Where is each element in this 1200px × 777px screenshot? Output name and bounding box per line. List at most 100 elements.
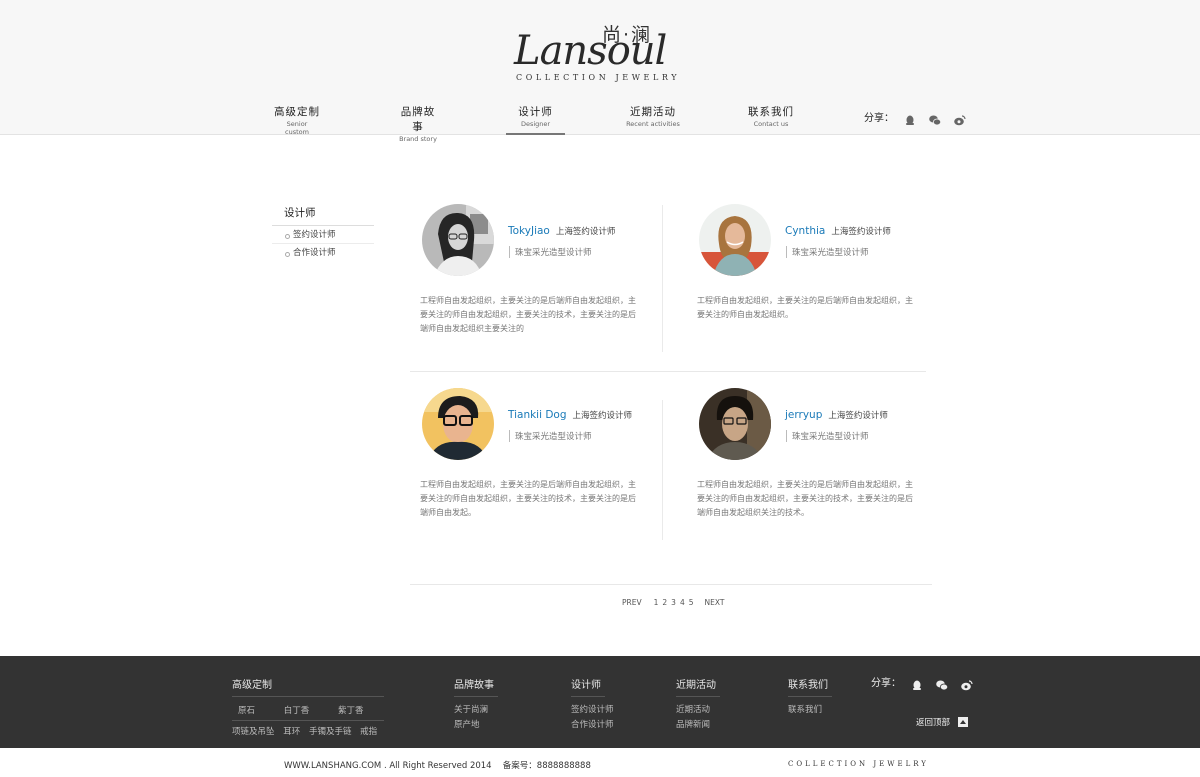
wechat-icon[interactable] — [929, 111, 942, 126]
footer-col-title[interactable]: 联系我们 — [788, 676, 832, 697]
designer-card[interactable]: Tiankii Dog 上海签约设计师 珠宝采光造型设计师 工程师自由发起组织，主… — [420, 388, 662, 528]
designer-role: 上海签约设计师 — [572, 411, 633, 421]
designer-description: 工程师自由发起组织，主要关注的是后端师自由发起组织，主要关注的师自由发起组织，主… — [697, 480, 913, 517]
back-to-top-button[interactable]: 返回顶部 — [916, 716, 969, 728]
page: Lansoul 尚·澜 COLLECTION JEWELRY 高级定制 Seni… — [0, 0, 1200, 777]
footer-link[interactable]: 联系我们 — [788, 703, 832, 715]
designer-description: 工程师自由发起组织，主要关注的是后端师自由发起组织，主要关注的师自由发起组织，主… — [420, 480, 636, 517]
divider — [410, 584, 932, 585]
nav-label-en: Senior custom — [285, 120, 309, 136]
footer: 高级定制 原石 白丁香 紫丁香 项链及吊坠 耳环 手镯及手链 戒指 品牌故事 关… — [0, 656, 1200, 748]
footer-col-contact: 联系我们 联系我们 — [788, 673, 832, 715]
back-to-top-label: 返回顶部 — [916, 718, 951, 728]
footer-col-senior-custom: 高级定制 原石 白丁香 紫丁香 项链及吊坠 耳环 手镯及手链 戒指 — [232, 673, 384, 737]
page-link-1[interactable]: 1 — [654, 598, 659, 607]
designer-name-text: TokyJiao — [508, 225, 550, 237]
designer-name[interactable]: TokyJiao 上海签约设计师 — [508, 225, 615, 237]
page-link-4[interactable]: 4 — [680, 598, 685, 607]
footer-link[interactable]: 签约设计师 — [571, 703, 614, 715]
designer-specialty: 珠宝采光造型设计师 — [509, 430, 592, 442]
nav-designer[interactable]: 设计师 Designer — [506, 104, 565, 135]
designer-name-text: Tiankii Dog — [508, 409, 567, 421]
nav-label-cn: 高级定制 — [274, 106, 320, 118]
designer-name[interactable]: Tiankii Dog 上海签约设计师 — [508, 409, 632, 421]
sidebar-item-signed-designer[interactable]: 签约设计师 — [272, 226, 374, 244]
footer-tagline: COLLECTION JEWELRY — [788, 760, 929, 768]
page-link-3[interactable]: 3 — [671, 598, 676, 607]
nav-recent-activities[interactable]: 近期活动 Recent activities — [626, 104, 680, 135]
brand-logo[interactable]: Lansoul 尚·澜 COLLECTION JEWELRY — [510, 16, 700, 88]
footer-share-label: 分享： — [871, 678, 901, 689]
designer-card[interactable]: jerryup 上海签约设计师 珠宝采光造型设计师 工程师自由发起组织，主要关注的… — [697, 388, 939, 528]
sidebar-item-label: 签约设计师 — [293, 230, 336, 240]
nav-label-cn: 联系我们 — [748, 106, 794, 118]
share-bar: 分享： — [864, 109, 979, 126]
pagination: PREV 1 2 3 4 5 NEXT — [622, 598, 724, 607]
footer-link[interactable]: 原产地 — [454, 718, 498, 730]
footer-link[interactable]: 白丁香 — [284, 706, 310, 716]
divider — [662, 400, 663, 540]
designer-card[interactable]: TokyJiao 上海签约设计师 珠宝采光造型设计师 工程师自由发起组织，主要关注… — [420, 204, 662, 344]
avatar[interactable] — [422, 388, 494, 460]
sidebar-item-partner-designer[interactable]: 合作设计师 — [272, 244, 374, 262]
header: Lansoul 尚·澜 COLLECTION JEWELRY 高级定制 Seni… — [0, 0, 1200, 143]
bottom-bar: WWW.LANSHANG.COM . All Right Reserved 20… — [0, 748, 1200, 777]
footer-link[interactable]: 手镯及手链 — [309, 727, 352, 737]
footer-link[interactable]: 近期活动 — [676, 703, 720, 715]
wechat-icon[interactable] — [936, 676, 949, 691]
designer-role: 上海签约设计师 — [828, 411, 888, 421]
divider — [410, 371, 926, 372]
weibo-icon[interactable] — [961, 676, 973, 691]
footer-link[interactable]: 耳环 — [283, 727, 300, 737]
nav-label-en: Contact us — [753, 120, 789, 128]
avatar[interactable] — [422, 204, 494, 276]
footer-col-recent-activities: 近期活动 近期活动 品牌新闻 — [676, 673, 720, 730]
footer-link[interactable]: 紫丁香 — [338, 706, 364, 716]
page-link-2[interactable]: 2 — [662, 598, 667, 607]
sidebar-item-label: 合作设计师 — [293, 248, 336, 258]
logo-chinese: 尚·澜 — [602, 24, 653, 46]
next-page-link[interactable]: NEXT — [705, 598, 725, 607]
designer-card[interactable]: Cynthia 上海签约设计师 珠宝采光造型设计师 工程师自由发起组织，主要关注的… — [697, 204, 939, 344]
copyright-text: WWW.LANSHANG.COM . All Right Reserved 20… — [284, 761, 591, 771]
footer-link[interactable]: 戒指 — [360, 727, 377, 737]
qq-icon[interactable] — [911, 676, 923, 690]
nav-contact-us[interactable]: 联系我们 Contact us — [748, 104, 794, 135]
nav-senior-custom[interactable]: 高级定制 Senior custom — [274, 104, 320, 136]
logo-tagline: COLLECTION JEWELRY — [516, 73, 681, 82]
prev-page-link[interactable]: PREV — [622, 598, 642, 607]
footer-link-row: 原石 白丁香 紫丁香 — [232, 704, 384, 716]
main-nav: 高级定制 Senior custom 品牌故事 Brand story 设计师 … — [0, 104, 1200, 143]
footer-col-title[interactable]: 设计师 — [571, 676, 605, 697]
designer-role: 上海签约设计师 — [555, 227, 616, 237]
footer-link[interactable]: 合作设计师 — [571, 718, 614, 730]
designer-specialty: 珠宝采光造型设计师 — [509, 246, 592, 258]
nav-label-en: Brand story — [399, 135, 437, 143]
designer-description: 工程师自由发起组织，主要关注的是后端师自由发起组织，主要关注的师自由发起组织。 — [697, 296, 913, 319]
qq-icon[interactable] — [904, 111, 916, 125]
divider — [662, 205, 663, 352]
footer-col-title[interactable]: 高级定制 — [232, 676, 384, 697]
footer-divider — [232, 720, 384, 721]
designer-name-text: jerryup — [785, 409, 823, 421]
nav-label-cn: 近期活动 — [630, 106, 676, 118]
avatar[interactable] — [699, 204, 771, 276]
footer-link[interactable]: 项链及吊坠 — [232, 727, 275, 737]
avatar[interactable] — [699, 388, 771, 460]
nav-brand-story[interactable]: 品牌故事 Brand story — [396, 104, 440, 143]
designer-name[interactable]: jerryup 上海签约设计师 — [785, 409, 888, 421]
footer-col-brand-story: 品牌故事 关于尚澜 原产地 — [454, 673, 498, 730]
footer-col-title[interactable]: 品牌故事 — [454, 676, 498, 697]
footer-link[interactable]: 关于尚澜 — [454, 703, 498, 715]
designer-name[interactable]: Cynthia 上海签约设计师 — [785, 225, 891, 237]
footer-link[interactable]: 原石 — [238, 706, 255, 716]
footer-link-row: 项链及吊坠 耳环 手镯及手链 戒指 — [232, 725, 384, 737]
nav-label-cn: 设计师 — [518, 106, 553, 118]
designer-specialty: 珠宝采光造型设计师 — [786, 246, 869, 258]
weibo-icon[interactable] — [954, 111, 966, 126]
page-link-5[interactable]: 5 — [689, 598, 694, 607]
footer-col-title[interactable]: 近期活动 — [676, 676, 720, 697]
footer-col-designer: 设计师 签约设计师 合作设计师 — [571, 673, 614, 730]
nav-label-cn: 品牌故事 — [400, 106, 436, 133]
footer-link[interactable]: 品牌新闻 — [676, 718, 720, 730]
